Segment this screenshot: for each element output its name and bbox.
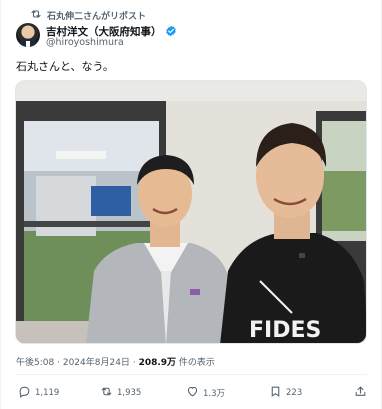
meta-separator: · [57,358,60,368]
action-bar: 1,119 1,935 1.3万 223 [16,383,366,403]
left-border [0,0,1,409]
like-button[interactable]: 1.3万 [186,385,225,401]
reply-count: 1,119 [35,388,60,398]
shirt-text: FIDES [249,318,321,343]
tweet-photo[interactable]: FIDES [15,80,367,344]
photo-illustration: FIDES [16,81,366,343]
bookmark-icon [269,385,282,401]
verified-badge-icon [165,22,177,41]
reply-button[interactable]: 1,119 [18,385,59,401]
like-count: 1.3万 [203,389,226,399]
share-icon [354,385,367,401]
repost-action-icon [100,385,113,401]
repost-icon [30,8,42,23]
tweet-date[interactable]: 2024年8月24日 [63,358,130,368]
repost-count: 1,935 [117,388,142,398]
view-count-label: 件の表示 [178,358,215,368]
repost-banner-label: 石丸伸二さんがリポスト [47,11,147,22]
tweet-time[interactable]: 午後5:08 [16,358,54,368]
avatar[interactable] [16,23,40,47]
bookmark-count: 223 [286,388,303,398]
repost-button[interactable]: 1,935 [100,385,141,401]
bookmark-button[interactable]: 223 [269,385,302,401]
share-button[interactable] [354,385,367,401]
tweet-text: 石丸さんと、なう。 [16,60,114,73]
author-handle[interactable]: @hiroyoshimura [46,37,124,48]
repost-banner[interactable]: 石丸伸二さんがリポスト [30,8,146,22]
divider [15,374,367,375]
meta-separator-2: · [132,358,136,368]
view-count: 208.9万 [138,358,177,368]
tweet-meta: 午後5:08 · 2024年8月24日 · 208.9万 件の表示 [16,355,215,368]
reply-icon [18,385,31,401]
heart-icon [186,385,199,401]
